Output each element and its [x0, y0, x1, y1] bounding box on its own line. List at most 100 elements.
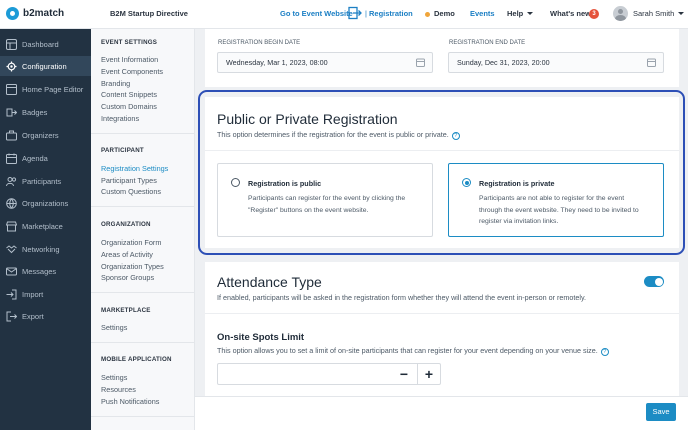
whats-new-count-badge: 3: [589, 9, 599, 19]
sidebar-item-organizations[interactable]: Organizations: [0, 193, 91, 213]
subnav-link-registration-settings[interactable]: Registration Settings: [101, 164, 168, 173]
footer-bar: [195, 396, 688, 430]
subnav-heading-organization: ORGANIZATION: [101, 221, 151, 228]
sidebar-item-home-page-editor[interactable]: Home Page Editor: [0, 79, 91, 99]
sidebar-item-messages[interactable]: Messages: [0, 261, 91, 281]
increment-button[interactable]: +: [418, 364, 440, 384]
sidebar-item-badges[interactable]: Badges: [0, 102, 91, 122]
help-menu[interactable]: Help: [507, 9, 534, 18]
subnav-divider: [91, 206, 195, 207]
subnav-divider: [91, 133, 195, 134]
begin-date-value: Wednesday, Mar 1, 2023, 08:00: [226, 58, 328, 67]
subnav-link-areas-of-activity[interactable]: Areas of Activity: [101, 250, 153, 259]
sidebar-item-configuration[interactable]: Configuration: [0, 56, 91, 76]
subnav-link-integrations[interactable]: Integrations: [101, 114, 139, 123]
end-date-value: Sunday, Dec 31, 2023, 20:00: [457, 58, 550, 67]
user-name: Sarah Smith: [633, 9, 675, 18]
decrement-button[interactable]: −: [393, 364, 415, 384]
user-menu[interactable]: Sarah Smith: [633, 9, 685, 18]
calendar-icon: [416, 58, 425, 67]
whats-new-button[interactable]: What's new: [550, 9, 591, 18]
subnav-link-branding[interactable]: Branding: [101, 79, 130, 88]
home-icon: [6, 83, 17, 95]
subnav-divider: [91, 416, 195, 417]
chevron-down-icon: [678, 12, 685, 15]
sidebar-item-label: Dashboard: [22, 39, 59, 49]
begin-date-field[interactable]: Wednesday, Mar 1, 2023, 08:00: [217, 52, 433, 73]
subnav-link-sponsor-groups[interactable]: Sponsor Groups: [101, 273, 154, 282]
highlight-outline: [198, 90, 685, 255]
top-bar: b2match B2M Startup Directive Go to Even…: [0, 0, 688, 29]
sidebar-item-label: Export: [22, 311, 44, 321]
events-link[interactable]: Events: [470, 9, 495, 18]
sidebar-item-organizers[interactable]: Organizers: [0, 125, 91, 145]
store-icon: [6, 221, 17, 231]
sidebar-item-dashboard[interactable]: Dashboard: [0, 34, 91, 54]
main-sidebar: Dashboard Configuration Home Page Editor…: [0, 29, 91, 430]
calendar-icon: [6, 153, 17, 164]
calendar-icon: [647, 58, 656, 67]
logo[interactable]: b2match: [6, 7, 64, 20]
sidebar-item-label: Import: [22, 289, 44, 299]
sidebar-item-export[interactable]: Export: [0, 306, 91, 326]
end-date-field[interactable]: Sunday, Dec 31, 2023, 20:00: [448, 52, 664, 73]
go-to-event-website-link[interactable]: Go to Event Website: [280, 9, 353, 18]
users-icon: [6, 176, 17, 186]
sidebar-item-networking[interactable]: Networking: [0, 239, 91, 259]
nav-separator: |: [365, 9, 367, 18]
end-date-label: REGISTRATION END DATE: [449, 40, 526, 46]
attendance-type-toggle[interactable]: [644, 276, 664, 287]
subnav-link-participant-types[interactable]: Participant Types: [101, 176, 157, 185]
subnav-link-organization-form[interactable]: Organization Form: [101, 238, 161, 247]
subnav-heading-mobile-application: MOBILE APPLICATION: [101, 356, 172, 363]
settings-subnav: EVENT SETTINGS Event Information Event C…: [91, 29, 195, 430]
subnav-link-content-snippets[interactable]: Content Snippets: [101, 90, 157, 99]
sidebar-item-participants[interactable]: Participants: [0, 171, 91, 191]
export-icon: [6, 311, 17, 321]
sidebar-item-label: Home Page Editor: [22, 84, 84, 94]
sidebar-item-label: Agenda: [22, 153, 48, 163]
subnav-link-event-information[interactable]: Event Information: [101, 55, 158, 64]
subnav-link-custom-questions[interactable]: Custom Questions: [101, 187, 161, 196]
envelope-icon: [6, 267, 17, 275]
begin-date-label: REGISTRATION BEGIN DATE: [218, 40, 301, 46]
subnav-link-marketplace-settings[interactable]: Settings: [101, 323, 127, 332]
subnav-link-push-notifications[interactable]: Push Notifications: [101, 397, 159, 406]
handshake-icon: [6, 244, 17, 253]
logo-text: b2match: [23, 8, 65, 19]
onsite-spots-description: This option allows you to set a limit of…: [217, 346, 609, 356]
sidebar-item-marketplace[interactable]: Marketplace: [0, 216, 91, 236]
sidebar-item-label: Marketplace: [22, 221, 63, 231]
subnav-divider: [91, 292, 195, 293]
briefcase-icon: [6, 130, 17, 140]
subnav-divider: [91, 342, 195, 343]
onsite-spots-description-text: This option allows you to set a limit of…: [217, 346, 598, 355]
subnav-heading-marketplace: MARKETPLACE: [101, 307, 151, 314]
logo-mark-icon: [6, 7, 19, 20]
subnav-link-custom-domains[interactable]: Custom Domains: [101, 102, 157, 111]
external-link-icon[interactable]: [348, 6, 362, 20]
subnav-link-resources[interactable]: Resources: [101, 385, 136, 394]
demo-link[interactable]: Demo: [434, 9, 455, 18]
event-title: B2M Startup Directive: [110, 9, 188, 18]
sidebar-item-label: Configuration: [22, 61, 67, 71]
onsite-spots-title: On-site Spots Limit: [217, 332, 305, 343]
attendance-type-title: Attendance Type: [217, 274, 322, 290]
demo-status-dot-icon: [425, 12, 430, 17]
save-button[interactable]: Save: [646, 403, 676, 421]
sidebar-item-label: Messages: [22, 266, 57, 276]
chevron-down-icon: [527, 12, 534, 15]
sidebar-item-agenda[interactable]: Agenda: [0, 148, 91, 168]
registration-link[interactable]: Registration: [369, 9, 413, 18]
sidebar-item-import[interactable]: Import: [0, 284, 91, 304]
avatar[interactable]: [613, 6, 628, 21]
sidebar-item-label: Organizers: [22, 130, 59, 140]
onsite-spots-stepper[interactable]: − +: [217, 363, 441, 385]
import-icon: [6, 289, 17, 299]
subnav-link-organization-types[interactable]: Organization Types: [101, 262, 164, 271]
help-question-icon[interactable]: ?: [600, 348, 609, 356]
card-divider: [205, 313, 679, 314]
attendance-type-description: If enabled, participants will be asked i…: [217, 293, 587, 302]
subnav-link-mobile-settings[interactable]: Settings: [101, 373, 127, 382]
subnav-link-event-components[interactable]: Event Components: [101, 67, 163, 76]
